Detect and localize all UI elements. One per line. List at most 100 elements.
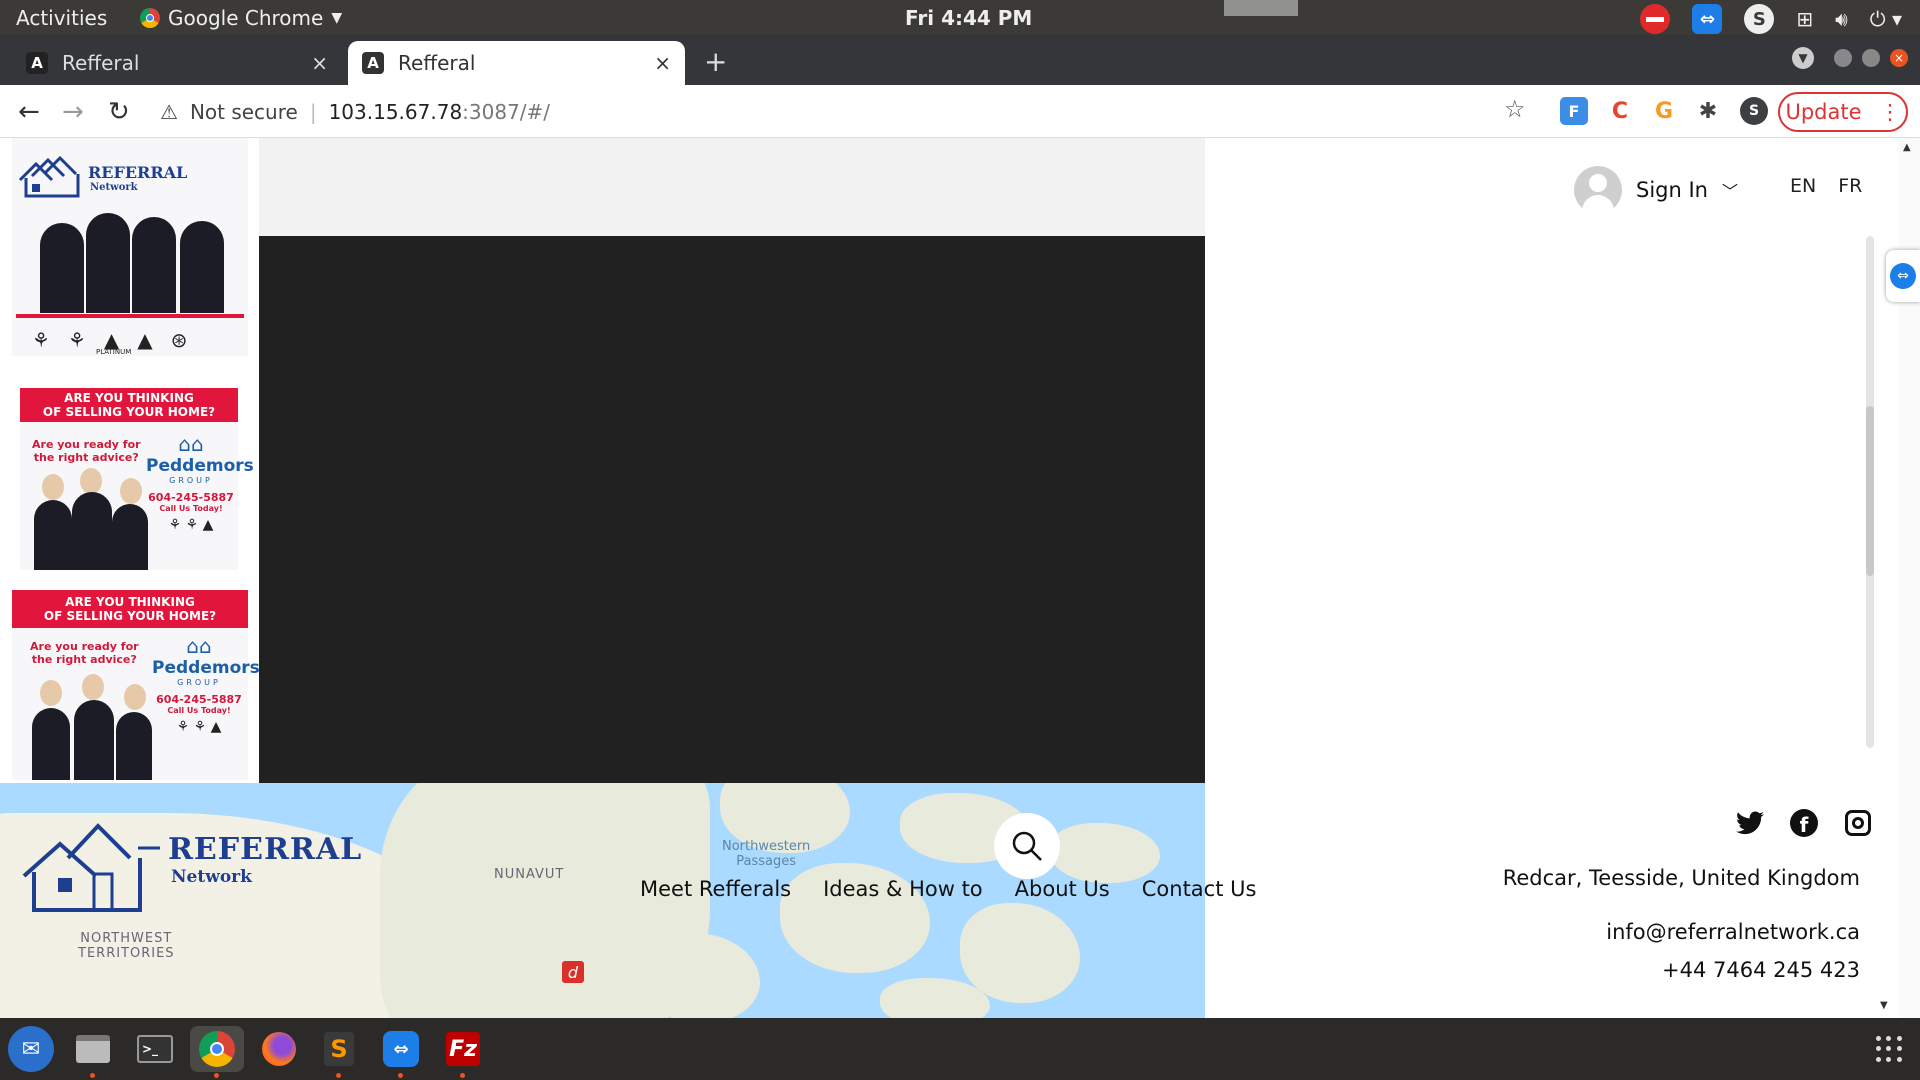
extension-fi-icon[interactable]: F <box>1560 97 1588 125</box>
activities-button[interactable]: Activities <box>16 6 107 30</box>
inner-scrollbar[interactable] <box>1866 236 1874 748</box>
ad-headline: ARE YOU THINKING OF SELLING YOUR HOME? <box>20 388 238 422</box>
back-button[interactable]: ← <box>18 97 40 127</box>
update-label: Update <box>1785 100 1862 124</box>
tab-refferal-1[interactable]: A Refferal × <box>12 41 342 85</box>
ad-cta: Call Us Today! <box>159 504 223 513</box>
tab-title: Refferal <box>62 51 140 75</box>
nav-about-us[interactable]: About Us <box>1015 877 1110 901</box>
ad-logo-brand: REFERRAL <box>88 163 188 182</box>
ad-question: Are you ready for the right advice? <box>32 438 141 464</box>
forward-button[interactable]: → <box>62 97 84 127</box>
update-button[interactable]: Update ⋮ <box>1778 92 1908 132</box>
ad-brand-sub: GROUP <box>169 476 213 485</box>
ad-question: Are you ready for the right advice? <box>30 640 139 666</box>
reload-button[interactable]: ↻ <box>108 97 130 127</box>
terminal-icon[interactable]: >_ <box>132 1026 178 1072</box>
twitter-icon[interactable] <box>1735 808 1765 838</box>
chrome-dock-icon[interactable] <box>190 1026 244 1078</box>
profile-avatar[interactable]: S <box>1740 97 1768 125</box>
footer-logo[interactable]: REFERRAL Network <box>20 818 362 918</box>
lang-fr[interactable]: FR <box>1838 175 1862 197</box>
sign-in-menu[interactable]: Sign In ﹀ <box>1574 166 1738 214</box>
award-icon: ▲ <box>137 328 153 352</box>
nav-contact-us[interactable]: Contact Us <box>1142 877 1257 901</box>
ad-peddemors-2[interactable]: ARE YOU THINKING OF SELLING YOUR HOME? Ar… <box>12 590 260 780</box>
filezilla-icon[interactable]: Fz <box>440 1026 486 1078</box>
chrome-icon <box>140 8 160 28</box>
divider: | <box>309 100 317 124</box>
nav-ideas-how-to[interactable]: Ideas & How to <box>823 877 983 901</box>
scroll-up-icon[interactable]: ▲ <box>1903 142 1911 153</box>
do-not-disturb-icon[interactable] <box>1640 4 1671 34</box>
facebook-icon[interactable]: f <box>1789 808 1819 838</box>
taskbar: ✉ >_ S ⇔ Fz <box>0 1018 1920 1080</box>
video-player[interactable] <box>259 236 1205 783</box>
footer-phone[interactable]: +44 7464 245 423 <box>1662 958 1860 982</box>
firefox-icon[interactable] <box>256 1026 302 1072</box>
files-icon[interactable] <box>70 1026 116 1078</box>
ad-brand-block: ⌂⌂ Peddemors GROUP 604-245-5887 Call Us … <box>152 634 260 735</box>
scroll-down-icon[interactable]: ▼ <box>1880 1000 1888 1011</box>
extension-c-icon[interactable]: C <box>1606 97 1634 125</box>
minimize-button[interactable] <box>1834 49 1852 67</box>
map-marker-icon[interactable]: d <box>562 961 584 983</box>
volume-icon[interactable]: 🔊︎ <box>1835 7 1848 31</box>
house-logo-icon <box>18 156 80 198</box>
thunderbird-icon[interactable]: ✉ <box>8 1026 54 1072</box>
lang-en[interactable]: EN <box>1790 175 1816 197</box>
footer-address: Redcar, Teesside, United Kingdom <box>1502 866 1860 890</box>
ad-headline-line2: OF SELLING YOUR HOME? <box>42 405 216 419</box>
sublime-text-icon[interactable]: S <box>316 1026 362 1078</box>
ad-brand: Peddemors <box>152 658 260 678</box>
show-applications-button[interactable] <box>1876 1036 1902 1062</box>
angular-favicon-icon: A <box>26 52 48 74</box>
referral-logo: REFERRAL Network <box>18 156 187 200</box>
tab-refferal-2[interactable]: A Refferal × <box>348 41 685 85</box>
search-button[interactable] <box>994 813 1060 879</box>
close-icon[interactable]: × <box>311 51 328 75</box>
teamviewer-dock-icon[interactable]: ⇔ <box>378 1026 424 1078</box>
network-icon[interactable]: ⊞ <box>1796 7 1813 31</box>
award-badges: ⚘ ⚘ ▲ <box>168 517 214 533</box>
map-label-passages-1: Northwestern <box>722 839 811 854</box>
teamviewer-panel-toggle[interactable]: ⇔ <box>1886 250 1920 302</box>
award-icon: ⊛ <box>170 328 188 352</box>
extension-g-icon[interactable]: G <box>1650 97 1678 125</box>
chevron-down-icon: ﹀ <box>1721 182 1738 201</box>
skype-tray-icon[interactable]: S <box>1744 4 1775 34</box>
instagram-icon[interactable] <box>1843 808 1873 838</box>
address-bar[interactable]: ⚠ Not secure | 103.15.67.78:3087/#/ <box>160 93 1640 131</box>
award-icon: ⚘ <box>32 328 50 352</box>
angular-favicon-icon: A <box>362 52 384 74</box>
app-menu[interactable]: Google Chrome ▼ <box>140 6 342 30</box>
power-icon[interactable]: ⏻ ▾ <box>1870 7 1902 31</box>
building-icon: ⌂⌂ <box>186 634 212 658</box>
close-icon[interactable]: × <box>654 51 671 75</box>
tab-search-button[interactable]: ▼ <box>1792 47 1814 69</box>
bookmark-star-icon[interactable]: ☆ <box>1504 95 1526 123</box>
system-tray[interactable]: ⇔ S ⊞ 🔊︎ ⏻ ▾ <box>1640 4 1902 34</box>
ad-peddemors-1[interactable]: ARE YOU THINKING OF SELLING YOUR HOME? Ar… <box>20 388 254 570</box>
new-tab-button[interactable]: + <box>704 45 727 78</box>
teamviewer-icon: ⇔ <box>1890 263 1916 289</box>
scrollbar-thumb[interactable] <box>1866 406 1874 576</box>
footer-email[interactable]: info@referralnetwork.ca <box>1606 920 1860 944</box>
clock[interactable]: Fri 4:44 PM <box>905 6 1032 30</box>
close-window-button[interactable]: × <box>1890 49 1908 67</box>
ad-question-line2: the right advice? <box>31 653 137 666</box>
maximize-button[interactable] <box>1862 49 1880 67</box>
ad-banner-top[interactable]: REFERRAL Network ⚘ ⚘ ▲ ▲ ⊛ PLATINUM <box>12 138 248 356</box>
nav-meet-refferals[interactable]: Meet Refferals <box>640 877 791 901</box>
ad-logo-sub: Network <box>90 182 138 193</box>
teamviewer-tray-icon[interactable]: ⇔ <box>1692 4 1723 34</box>
extensions-puzzle-icon[interactable]: ✱ <box>1694 97 1722 125</box>
more-vert-icon: ⋮ <box>1879 100 1901 124</box>
header-band <box>259 138 1205 236</box>
footer-logo-brand: REFERRAL <box>168 832 363 867</box>
url-host: 103.15.67.78 <box>328 100 463 124</box>
map-label-nwt-1: NORTHWEST <box>80 931 173 946</box>
system-top-bar: Activities Google Chrome ▼ Fri 4:44 PM ⇔… <box>0 0 1920 35</box>
ad-cta: Call Us Today! <box>167 706 231 715</box>
ad-headline-line1: ARE YOU THINKING <box>65 595 195 609</box>
